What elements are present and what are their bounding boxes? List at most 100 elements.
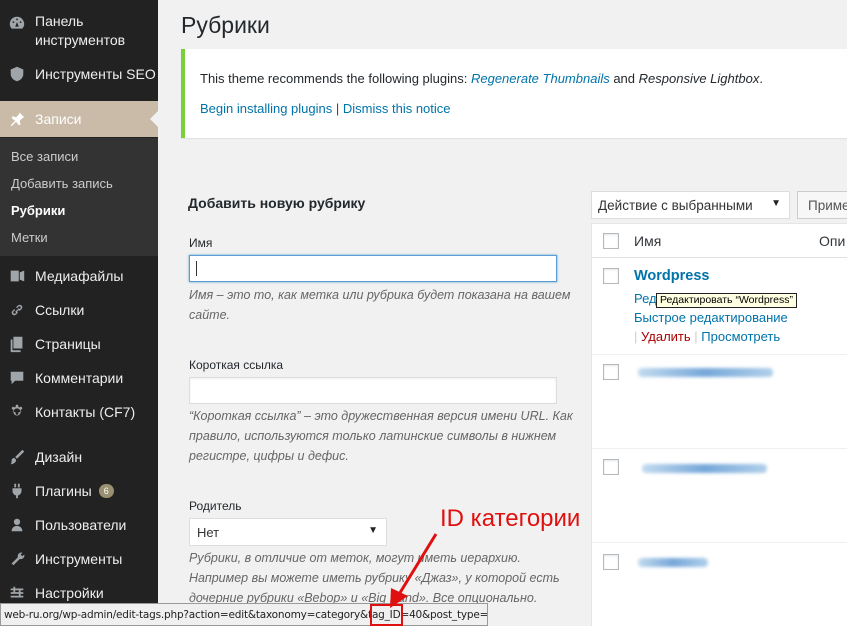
slug-input[interactable] bbox=[189, 377, 557, 404]
column-header-name[interactable]: Имя bbox=[634, 233, 661, 249]
plugin-link-regenerate-thumbnails[interactable]: Regenerate Thumbnails bbox=[471, 71, 610, 86]
sidebar-item-label: Настройки bbox=[35, 584, 104, 601]
admin-sidebar: Панель инструментов Инструменты SEO Запи… bbox=[0, 0, 158, 626]
annotation-arrow-icon bbox=[390, 533, 438, 608]
pin-icon bbox=[6, 108, 28, 130]
notice-separator: | bbox=[332, 101, 343, 116]
begin-installing-link[interactable]: Begin installing plugins bbox=[200, 101, 332, 116]
sidebar-item-label: Инструменты SEO bbox=[35, 65, 156, 82]
sidebar-item-posts[interactable]: Записи bbox=[0, 101, 158, 137]
sidebar-item-label: Пользователи bbox=[35, 516, 127, 533]
sidebar-item-dashboard[interactable]: Панель инструментов bbox=[0, 12, 158, 50]
media-icon bbox=[6, 265, 28, 287]
blurred-category-name bbox=[638, 558, 708, 567]
row-checkbox[interactable] bbox=[603, 364, 619, 380]
delete-link[interactable]: Удалить bbox=[641, 329, 691, 344]
sidebar-item-label: Записи bbox=[35, 110, 82, 127]
name-label: Имя bbox=[189, 236, 213, 250]
sidebar-item-label: Контакты (CF7) bbox=[35, 403, 136, 420]
submenu-tags[interactable]: Метки bbox=[11, 230, 48, 245]
notice-links: Begin installing plugins | Dismiss this … bbox=[200, 101, 451, 116]
bulk-action-select[interactable]: Действие с выбранными ▼ bbox=[591, 191, 790, 219]
parent-label: Родитель bbox=[189, 499, 242, 513]
name-description: Имя – это то, как метка или рубрика буде… bbox=[189, 288, 571, 322]
brush-icon bbox=[6, 446, 28, 468]
row-checkbox[interactable] bbox=[603, 554, 619, 570]
row-title-link[interactable]: Wordpress bbox=[634, 268, 709, 284]
user-icon bbox=[6, 514, 28, 536]
plugin-update-badge: 6 bbox=[98, 484, 114, 498]
sidebar-item-label: Комментарии bbox=[35, 369, 124, 386]
notice-text: This theme recommends the following plug… bbox=[200, 71, 763, 86]
row-divider bbox=[592, 354, 847, 355]
id-highlight-box bbox=[370, 604, 403, 626]
dismiss-notice-link[interactable]: Dismiss this notice bbox=[343, 101, 451, 116]
sidebar-item-settings[interactable]: Настройки bbox=[0, 581, 158, 605]
sidebar-item-label: Инструменты bbox=[35, 550, 123, 567]
sidebar-item-label: Плагины bbox=[35, 482, 92, 499]
dropdown-arrow-icon: ▼ bbox=[771, 198, 781, 209]
gear-icon bbox=[6, 401, 28, 423]
sidebar-item-label: Ссылки bbox=[35, 301, 85, 318]
slug-label: Короткая ссылка bbox=[189, 358, 284, 372]
add-category-heading: Добавить новую рубрику bbox=[188, 195, 366, 211]
view-link[interactable]: Просмотреть bbox=[701, 329, 780, 344]
quick-edit-link[interactable]: Быстрое редактирование bbox=[634, 310, 788, 325]
dashboard-icon bbox=[6, 12, 28, 34]
blurred-category-name bbox=[642, 464, 767, 473]
slug-description: “Короткая ссылка” – это дружественная ве… bbox=[189, 409, 573, 463]
sidebar-item-tools[interactable]: Инструменты bbox=[0, 547, 158, 571]
name-input[interactable] bbox=[189, 255, 557, 282]
parent-select-value: Нет bbox=[197, 525, 220, 540]
comment-icon bbox=[6, 367, 28, 389]
row-actions-separator: | bbox=[690, 329, 702, 344]
page-title: Рубрики bbox=[181, 12, 270, 38]
bulk-action-value: Действие с выбранными bbox=[598, 198, 753, 213]
sidebar-item-contacts[interactable]: Контакты (CF7) bbox=[0, 400, 158, 424]
blurred-category-name bbox=[638, 368, 773, 377]
link-icon bbox=[6, 299, 28, 321]
sidebar-item-media[interactable]: Медиафайлы bbox=[0, 264, 158, 288]
edit-tooltip: Редактировать “Wordpress” bbox=[656, 293, 798, 308]
pages-icon bbox=[6, 333, 28, 355]
sidebar-item-links[interactable]: Ссылки bbox=[0, 298, 158, 322]
text-caret bbox=[196, 261, 197, 276]
sidebar-item-label: Дизайн bbox=[35, 448, 83, 465]
column-header-description[interactable]: Опи bbox=[819, 233, 845, 249]
notice-dot: . bbox=[759, 71, 763, 86]
edit-link[interactable]: Ред bbox=[634, 291, 657, 306]
parent-select[interactable]: Нет ▼ bbox=[189, 518, 387, 546]
row-checkbox[interactable] bbox=[603, 268, 619, 284]
dropdown-arrow-icon: ▼ bbox=[368, 525, 378, 536]
row-divider bbox=[592, 542, 847, 543]
annotation-label: ID категории bbox=[440, 505, 581, 532]
sidebar-item-pages[interactable]: Страницы bbox=[0, 332, 158, 356]
apply-button[interactable]: Приме bbox=[797, 191, 847, 219]
sidebar-item-seo[interactable]: Инструменты SEO bbox=[0, 62, 158, 86]
submenu-all-posts[interactable]: Все записи bbox=[11, 149, 78, 164]
settings-icon bbox=[6, 582, 28, 604]
wrench-icon bbox=[6, 548, 28, 570]
submenu-add-post[interactable]: Добавить запись bbox=[11, 176, 113, 191]
shield-icon bbox=[6, 63, 28, 85]
select-all-checkbox[interactable] bbox=[603, 233, 619, 249]
row-actions: | Удалить | Просмотреть bbox=[634, 329, 780, 344]
plugin-icon bbox=[6, 480, 28, 502]
categories-table: Имя Опи Wordpress Ред Быстрое редактиров… bbox=[591, 223, 847, 626]
plugin-name-responsive-lightbox: Responsive Lightbox bbox=[638, 71, 760, 86]
row-checkbox[interactable] bbox=[603, 459, 619, 475]
notice-and: and bbox=[609, 71, 639, 86]
sidebar-item-label: Страницы bbox=[35, 335, 101, 352]
row-divider bbox=[592, 448, 847, 449]
sidebar-item-design[interactable]: Дизайн bbox=[0, 445, 158, 469]
row-actions-separator: | bbox=[634, 329, 638, 344]
sidebar-item-users[interactable]: Пользователи bbox=[0, 513, 158, 537]
sidebar-item-comments[interactable]: Комментарии bbox=[0, 366, 158, 390]
plugin-notice: This theme recommends the following plug… bbox=[181, 49, 847, 138]
table-header: Имя Опи bbox=[592, 224, 847, 258]
sidebar-item-label: Медиафайлы bbox=[35, 267, 124, 284]
submenu-categories[interactable]: Рубрики bbox=[11, 203, 65, 218]
sidebar-item-plugins[interactable]: Плагины 6 bbox=[0, 479, 158, 503]
sidebar-item-label: Панель инструментов bbox=[35, 13, 126, 48]
posts-submenu: Все записи Добавить запись Рубрики Метки bbox=[0, 138, 158, 256]
